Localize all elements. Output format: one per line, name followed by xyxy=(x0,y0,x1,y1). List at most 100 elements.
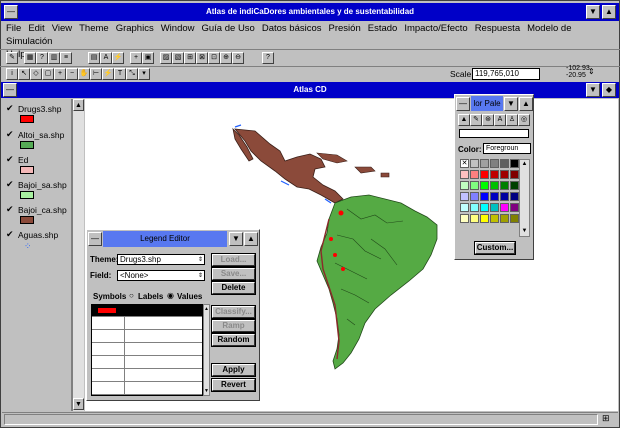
scroll-up-icon[interactable]: ▲ xyxy=(204,305,209,313)
color-cell[interactable] xyxy=(460,170,469,179)
menu-theme[interactable]: Theme xyxy=(79,23,109,34)
view-minimize-icon[interactable]: ▼ xyxy=(586,83,600,97)
zoom-out-icon[interactable]: ⊖ xyxy=(232,52,244,64)
resize-grip-icon[interactable]: ⊞ xyxy=(602,413,610,424)
color-cell[interactable] xyxy=(500,203,509,212)
measure-icon[interactable]: ⊢ xyxy=(90,68,102,80)
menu-datos[interactable]: Datos básicos xyxy=(262,23,322,34)
menu-graphics[interactable]: Graphics xyxy=(116,23,154,34)
color-cell[interactable] xyxy=(460,192,469,201)
color-cell[interactable] xyxy=(510,181,519,190)
label-icon[interactable]: A xyxy=(100,52,112,64)
locate-icon[interactable]: ▧ xyxy=(172,52,184,64)
hotlink-icon[interactable]: ⚡ xyxy=(112,52,124,64)
scroll-down-icon[interactable]: ▼ xyxy=(204,387,209,395)
zoomout-tool-icon[interactable]: − xyxy=(66,68,78,80)
load-button[interactable]: Load... xyxy=(211,253,256,267)
color-cell[interactable] xyxy=(480,214,489,223)
revert-button[interactable]: Revert xyxy=(211,378,256,392)
hotlink-tool-icon[interactable]: ⚡ xyxy=(102,68,114,80)
color-cell[interactable] xyxy=(480,203,489,212)
color-cell[interactable] xyxy=(500,159,509,168)
color-cell[interactable] xyxy=(460,214,469,223)
theme-label[interactable]: Ed xyxy=(18,155,28,165)
labels-radio-icon[interactable]: ○ xyxy=(129,291,134,300)
theme-label[interactable]: Altoi_sa.shp xyxy=(18,130,64,140)
color-cell[interactable] xyxy=(470,203,479,212)
pointer-icon[interactable]: ↖ xyxy=(18,68,30,80)
color-cell[interactable] xyxy=(510,170,519,179)
scroll-down-icon[interactable]: ▼ xyxy=(73,398,84,410)
find-icon[interactable]: ▨ xyxy=(160,52,172,64)
values-radio-label[interactable]: Values xyxy=(177,292,202,301)
theme-check-icon[interactable]: ✔ xyxy=(6,179,14,190)
legend-icon[interactable]: ≡ xyxy=(60,52,72,64)
color-tab-icon[interactable]: ♙ xyxy=(506,114,518,126)
color-cell[interactable] xyxy=(510,214,519,223)
color-cell[interactable] xyxy=(490,159,499,168)
legend-row-selected[interactable] xyxy=(92,305,202,316)
menu-estado[interactable]: Estado xyxy=(368,23,398,34)
query-icon[interactable]: ? xyxy=(36,52,48,64)
palette-tab-icon[interactable]: ◎ xyxy=(518,114,530,126)
select-icon[interactable]: ▢ xyxy=(42,68,54,80)
legend-editor-maximize-icon[interactable]: ▲ xyxy=(244,232,258,246)
info-icon[interactable]: i xyxy=(6,68,18,80)
color-cell[interactable] xyxy=(480,159,489,168)
menu-guia[interactable]: Guía de Uso xyxy=(202,23,255,34)
area-select-icon[interactable]: ▾ xyxy=(138,68,150,80)
color-cell[interactable] xyxy=(480,170,489,179)
color-cell[interactable] xyxy=(490,192,499,201)
chart-icon[interactable]: ▥ xyxy=(48,52,60,64)
view-maximize-icon[interactable]: ◆ xyxy=(602,83,616,97)
theme-check-icon[interactable]: ✔ xyxy=(6,154,14,165)
color-cell[interactable] xyxy=(490,203,499,212)
legend-scrollbar[interactable]: ▲ ▼ xyxy=(203,304,210,396)
palette-menu-button[interactable]: — xyxy=(456,97,470,111)
color-cell[interactable] xyxy=(490,181,499,190)
theme-check-icon[interactable]: ✔ xyxy=(6,103,14,114)
menu-file[interactable]: File xyxy=(6,23,21,34)
font-tab-icon[interactable]: A xyxy=(494,114,506,126)
ramp-button[interactable]: Ramp xyxy=(211,319,256,333)
color-cell[interactable] xyxy=(470,181,479,190)
color-cell[interactable] xyxy=(470,170,479,179)
color-cell[interactable] xyxy=(480,192,489,201)
color-cell[interactable] xyxy=(500,214,509,223)
apply-button[interactable]: Apply xyxy=(211,363,256,377)
color-cell[interactable] xyxy=(510,203,519,212)
random-button[interactable]: Random xyxy=(211,333,256,347)
theme-props-icon[interactable]: ▣ xyxy=(142,52,154,64)
system-menu-button[interactable]: — xyxy=(4,5,18,19)
palette-scrollbar[interactable]: ▲ ▼ xyxy=(519,159,530,237)
fill-tab-icon[interactable]: ▲ xyxy=(458,114,470,126)
color-cell[interactable] xyxy=(480,181,489,190)
color-cell[interactable] xyxy=(500,192,509,201)
theme-label[interactable]: Bajoi_sa.shp xyxy=(18,180,67,190)
color-cell[interactable] xyxy=(470,214,479,223)
scroll-up-icon[interactable]: ▲ xyxy=(73,99,84,111)
theme-label[interactable]: Drugs3.shp xyxy=(18,104,61,114)
color-mode-select[interactable]: Foregroun xyxy=(483,143,531,154)
zoomin-tool-icon[interactable]: + xyxy=(54,68,66,80)
text-icon[interactable]: T xyxy=(114,68,126,80)
draw-icon[interactable]: ⤡ xyxy=(126,68,138,80)
pen-tab-icon[interactable]: ✎ xyxy=(470,114,482,126)
menu-presion[interactable]: Presión xyxy=(329,23,361,34)
help-tool-icon[interactable]: ? xyxy=(262,52,274,64)
scroll-up-icon[interactable]: ▲ xyxy=(520,160,529,169)
table-icon[interactable]: ▦ xyxy=(24,52,36,64)
minimize-icon[interactable]: ▼ xyxy=(586,5,600,19)
color-cell[interactable] xyxy=(490,170,499,179)
edit-legend-icon[interactable]: ▤ xyxy=(88,52,100,64)
color-cell[interactable] xyxy=(510,192,519,201)
menu-window[interactable]: Window xyxy=(161,23,195,34)
theme-label[interactable]: Bajoi_ca.shp xyxy=(18,205,67,215)
palette-maximize-icon[interactable]: ▲ xyxy=(519,97,533,111)
theme-check-icon[interactable]: ✔ xyxy=(6,204,14,215)
pan-icon[interactable]: ✋ xyxy=(78,68,90,80)
legend-editor-menu-button[interactable]: — xyxy=(88,232,102,246)
theme-check-icon[interactable]: ✔ xyxy=(6,129,14,140)
field-select[interactable]: <None> ⇕ xyxy=(117,270,205,281)
values-radio-icon[interactable]: ◉ xyxy=(167,291,174,300)
